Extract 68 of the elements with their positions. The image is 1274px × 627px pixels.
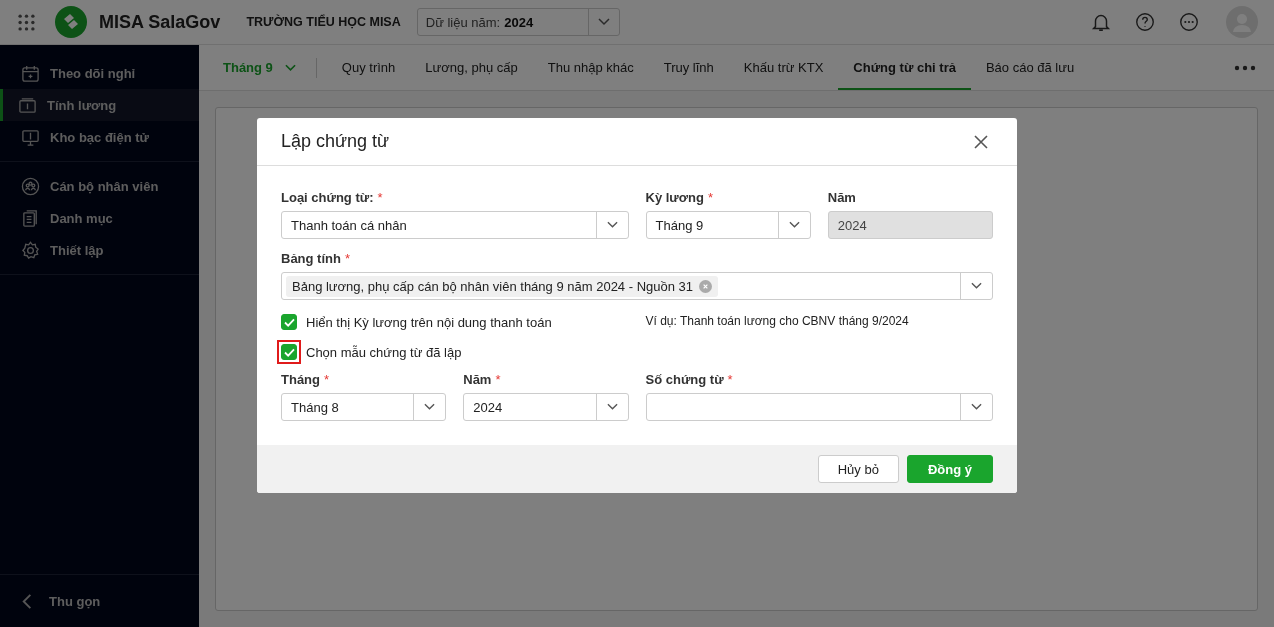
sidebar-item[interactable]: Tính lương <box>0 89 199 121</box>
chevron-down-icon <box>284 63 296 72</box>
chevron-down-icon <box>788 221 800 229</box>
tab[interactable]: Báo cáo đã lưu <box>970 45 1090 90</box>
calendar-icon <box>21 63 40 83</box>
year-select-value: 2024 <box>503 14 535 30</box>
remove-icon[interactable] <box>699 279 713 293</box>
field-label: Tháng <box>281 372 320 387</box>
sidebar-item[interactable]: Danh mục <box>0 202 199 234</box>
chevron-down-icon <box>606 403 618 411</box>
tab[interactable]: Truy lĩnh <box>648 45 729 90</box>
field-label: Loại chứng từ: <box>281 190 374 205</box>
dropdown-field[interactable]: Tháng 9 <box>645 211 811 239</box>
collapse-button[interactable]: Thu gọn <box>0 575 199 627</box>
close-icon[interactable] <box>973 133 989 150</box>
school-name: TRƯỜNG TIỂU HỌC MISA <box>246 15 401 29</box>
help-icon[interactable] <box>1134 11 1156 33</box>
required-mark: * <box>727 372 733 387</box>
settings-icon <box>21 240 40 260</box>
dropdown-field[interactable]: Tháng 8 <box>281 393 447 421</box>
example-note: Ví dụ: Thanh toán lương cho CBNV tháng 9/2024 <box>645 314 909 328</box>
required-mark: * <box>707 190 713 205</box>
sidebar-item[interactable]: Kho bạc điện tử <box>0 121 199 153</box>
required-mark: * <box>495 372 501 387</box>
checkbox[interactable] <box>281 314 297 330</box>
tab[interactable]: Chứng từ chi trả <box>838 45 971 90</box>
monitor-icon <box>21 127 40 147</box>
tab[interactable]: Thu nhập khác <box>532 45 649 90</box>
dropdown-field[interactable]: Thanh toán cá nhân <box>281 211 629 239</box>
more-icon[interactable] <box>1178 11 1200 33</box>
logo-icon <box>55 6 87 38</box>
document-icon <box>21 208 40 228</box>
dialog-title: Lập chứng từ <box>281 131 390 152</box>
wallet-icon <box>18 95 37 115</box>
chevron-down-icon <box>971 403 982 411</box>
input-field: 2024 <box>827 211 993 239</box>
required-mark: * <box>344 251 350 266</box>
chevron-down-icon <box>971 282 982 290</box>
field-label: Kỳ lương <box>645 190 704 205</box>
selected-tag: Bảng lương, phụ cấp cán bộ nhân viên tháng 9 năm 2024 - Nguồn 31 <box>286 275 719 297</box>
people-icon <box>21 176 40 196</box>
dropdown-field[interactable] <box>645 393 993 421</box>
sidebar-item[interactable]: Cán bộ nhân viên <box>0 170 199 202</box>
tab[interactable]: Quy trình <box>326 45 411 90</box>
chevron-down-icon <box>424 403 436 411</box>
dropdown-field[interactable]: 2024 <box>463 393 629 421</box>
sidebar-item[interactable]: Theo dõi nghỉ <box>0 57 199 89</box>
checkbox-label: Chọn mẫu chứng từ đã lập <box>306 344 462 360</box>
ok-button[interactable]: Đồng ý <box>906 455 993 483</box>
tab[interactable]: Lương, phụ cấp <box>410 45 533 90</box>
field-label: Năm <box>827 190 856 205</box>
sidebar-item[interactable]: Thiết lập <box>0 234 199 266</box>
tab[interactable]: Khấu trừ KTX <box>728 45 839 90</box>
required-mark: * <box>324 372 330 387</box>
more-icon[interactable] <box>1234 64 1256 71</box>
app-grid-icon[interactable] <box>18 13 35 31</box>
app-name: MISA SalaGov <box>99 11 221 33</box>
chevron-down-icon <box>598 18 611 26</box>
cancel-button[interactable]: Hủy bỏ <box>817 455 899 483</box>
field-label: Số chứng từ <box>645 372 724 387</box>
dropdown-field[interactable]: Bảng lương, phụ cấp cán bộ nhân viên tháng 9 năm 2024 - Nguồn 31 <box>281 272 993 300</box>
year-select[interactable]: Dữ liệu năm: 2024 <box>416 8 621 36</box>
field-label: Năm <box>463 372 492 387</box>
year-select-label: Dữ liệu năm: <box>424 14 501 30</box>
checkbox-label: Hiển thị Kỳ lương trên nội dung thanh toán <box>306 314 552 330</box>
field-label: Bảng tính <box>281 251 341 266</box>
required-mark: * <box>377 190 383 205</box>
chevron-down-icon <box>606 221 618 229</box>
